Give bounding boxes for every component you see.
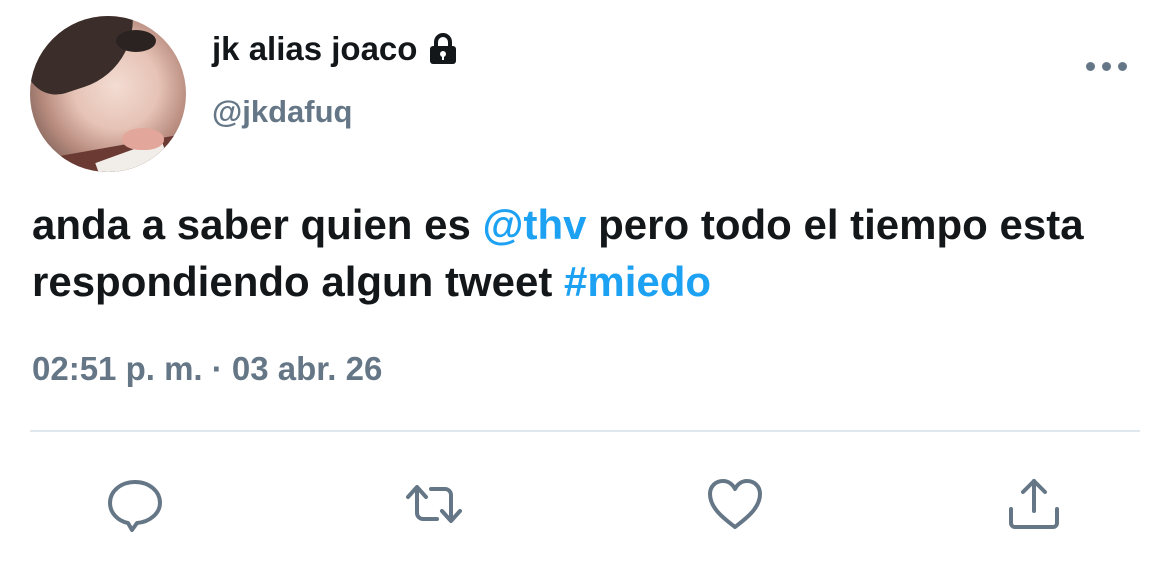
handle[interactable]: @jkdafuq <box>212 94 352 130</box>
display-name[interactable]: jk alias joaco <box>212 30 417 68</box>
avatar-hair <box>30 16 151 103</box>
dot <box>1102 61 1111 71</box>
avatar-eye <box>116 30 156 52</box>
tweet-text: anda a saber quien es @thv pero todo el … <box>32 196 1152 310</box>
dot <box>1118 61 1127 71</box>
dot <box>1086 61 1095 71</box>
tweet-text-part: anda a saber quien es <box>32 201 483 248</box>
retweet-button[interactable] <box>404 474 464 534</box>
divider <box>30 430 1140 432</box>
timestamp[interactable]: 02:51 p. m. · 03 abr. 26 <box>32 350 382 388</box>
more-options-icon[interactable] <box>1086 58 1128 74</box>
speech-bubble-icon <box>108 480 162 532</box>
like-button[interactable] <box>705 474 765 534</box>
hashtag-link[interactable]: #miedo <box>564 258 711 305</box>
tweet-card: jk alias joaco @jkdafuq anda a saber qui… <box>0 0 1169 574</box>
mention-link[interactable]: @thv <box>483 201 587 248</box>
lock-icon <box>427 32 459 66</box>
heart-icon <box>708 479 762 529</box>
retweet-icon <box>406 485 462 523</box>
reply-button[interactable] <box>105 474 165 534</box>
share-upload-icon <box>1009 479 1059 529</box>
share-button[interactable] <box>1004 474 1064 534</box>
avatar[interactable] <box>30 16 186 172</box>
avatar-lip <box>122 128 164 150</box>
display-name-row[interactable]: jk alias joaco <box>212 30 459 68</box>
